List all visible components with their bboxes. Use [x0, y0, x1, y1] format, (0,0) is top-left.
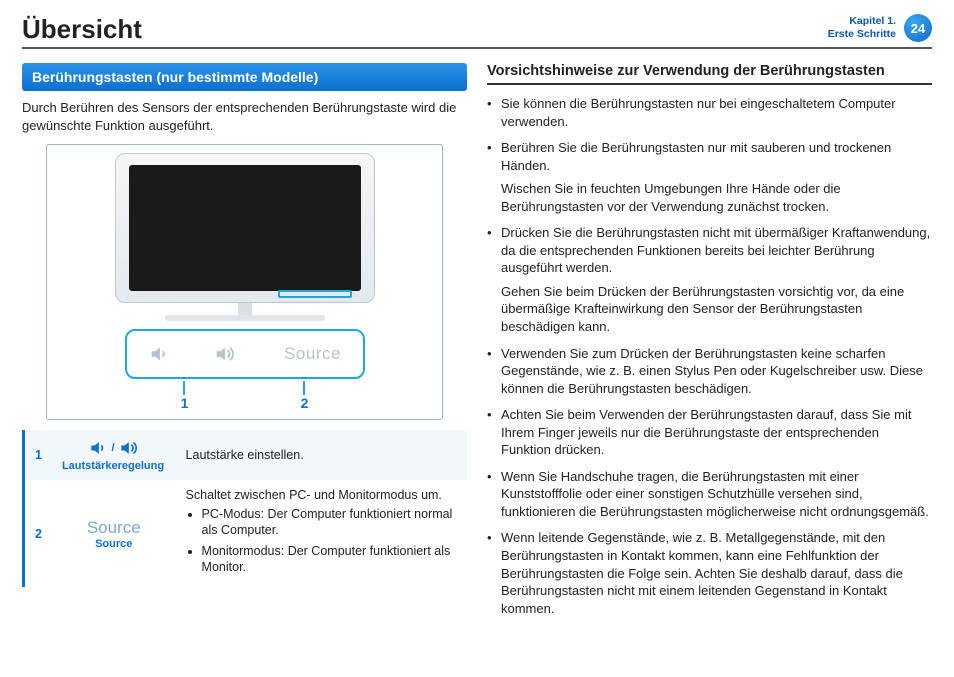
- row2-bullet-monitor: Monitormodus: Der Computer funktioniert …: [202, 543, 457, 576]
- precautions-list: Sie können die Berührungstasten nur bei …: [487, 95, 932, 617]
- row2-bullet-pc: PC-Modus: Der Computer funktioniert norm…: [202, 506, 457, 539]
- touch-key-table: 1 /: [22, 430, 467, 587]
- chapter-line2: Erste Schritte: [828, 28, 896, 40]
- chapter-text: Kapitel 1. Erste Schritte: [828, 15, 896, 40]
- touch-key-zoom: Source: [125, 329, 365, 379]
- monitor-illustration: [115, 153, 375, 303]
- row2-sub-list: PC-Modus: Der Computer funktioniert norm…: [186, 506, 457, 575]
- page-number-badge: 24: [904, 14, 932, 42]
- volume-down-icon: [88, 442, 111, 454]
- diagram-connector-1: 1: [181, 381, 189, 413]
- touch-key-diagram: Source 1 2: [46, 144, 443, 420]
- touch-strip-highlight: [278, 290, 352, 298]
- chapter-line1: Kapitel 1.: [849, 15, 896, 27]
- item-extra: Wischen Sie in feuchten Umgebungen Ihre …: [501, 180, 932, 215]
- row2-icon-cell: Source Source: [52, 480, 176, 587]
- table-row: 2 Source Source Schaltet zwischen PC- un…: [24, 480, 468, 587]
- section-title-bar: Berührungstasten (nur bestimmte Modelle): [22, 63, 467, 91]
- monitor-stand: [238, 303, 252, 315]
- row2-index: 2: [24, 480, 52, 587]
- column-right: Vorsichtshinweise zur Verwendung der Ber…: [487, 63, 932, 626]
- item-extra: Gehen Sie beim Drücken der Berührungstas…: [501, 283, 932, 336]
- item-text: Wenn Sie Handschuhe tragen, die Berührun…: [501, 469, 929, 519]
- row1-icon-label: Lautstärkeregelung: [62, 460, 164, 472]
- row2-desc-intro: Schaltet zwischen PC- und Monitormodus u…: [186, 488, 442, 502]
- row1-index: 1: [24, 430, 52, 480]
- content-columns: Berührungstasten (nur bestimmte Modelle)…: [22, 63, 932, 626]
- monitor-screen: [129, 165, 361, 291]
- list-item: Berühren Sie die Berührungstasten nur mi…: [487, 139, 932, 215]
- monitor-base: [165, 315, 325, 321]
- item-text: Verwenden Sie zum Drücken der Berührungs…: [501, 346, 923, 396]
- page-title: Übersicht: [22, 14, 142, 45]
- item-text: Wenn leitende Gegenstände, wie z. B. Met…: [501, 530, 903, 615]
- item-text: Sie können die Berührungstasten nur bei …: [501, 96, 896, 129]
- list-item: Wenn leitende Gegenstände, wie z. B. Met…: [487, 529, 932, 617]
- list-item: Drücken Sie die Berührungstasten nicht m…: [487, 224, 932, 335]
- item-text: Achten Sie beim Verwenden der Berührungs…: [501, 407, 911, 457]
- row2-title-big: Source: [62, 518, 166, 538]
- precautions-heading: Vorsichtshinweise zur Verwendung der Ber…: [487, 63, 932, 85]
- chapter-block: Kapitel 1. Erste Schritte 24: [828, 14, 932, 42]
- page: Übersicht Kapitel 1. Erste Schritte 24 B…: [0, 0, 954, 636]
- diagram-label-row: 1 2: [125, 381, 365, 413]
- row1-icon-cell: / Lautstärkeregelung: [52, 430, 176, 480]
- item-text: Berühren Sie die Berührungstasten nur mi…: [501, 140, 891, 173]
- list-item: Verwenden Sie zum Drücken der Berührungs…: [487, 345, 932, 398]
- list-item: Wenn Sie Handschuhe tragen, die Berührun…: [487, 468, 932, 521]
- diagram-label-2: 2: [301, 395, 309, 411]
- diagram-connector-2: 2: [301, 381, 309, 413]
- column-left: Berührungstasten (nur bestimmte Modelle)…: [22, 63, 467, 626]
- volume-up-icon: [118, 442, 138, 454]
- intro-paragraph: Durch Berühren des Sensors der entsprech…: [22, 99, 467, 134]
- row1-desc: Lautstärke einstellen.: [176, 430, 467, 480]
- list-item: Achten Sie beim Verwenden der Berührungs…: [487, 406, 932, 459]
- diagram-label-1: 1: [181, 395, 189, 411]
- item-text: Drücken Sie die Berührungstasten nicht m…: [501, 225, 930, 275]
- volume-down-icon: [148, 343, 170, 365]
- table-row: 1 /: [24, 430, 468, 480]
- volume-up-icon: [213, 343, 235, 365]
- page-header: Übersicht Kapitel 1. Erste Schritte 24: [22, 14, 932, 49]
- row2-desc-cell: Schaltet zwischen PC- und Monitormodus u…: [176, 480, 467, 587]
- row2-title-small: Source: [95, 538, 132, 550]
- list-item: Sie können die Berührungstasten nur bei …: [487, 95, 932, 130]
- source-key-label: Source: [284, 344, 341, 364]
